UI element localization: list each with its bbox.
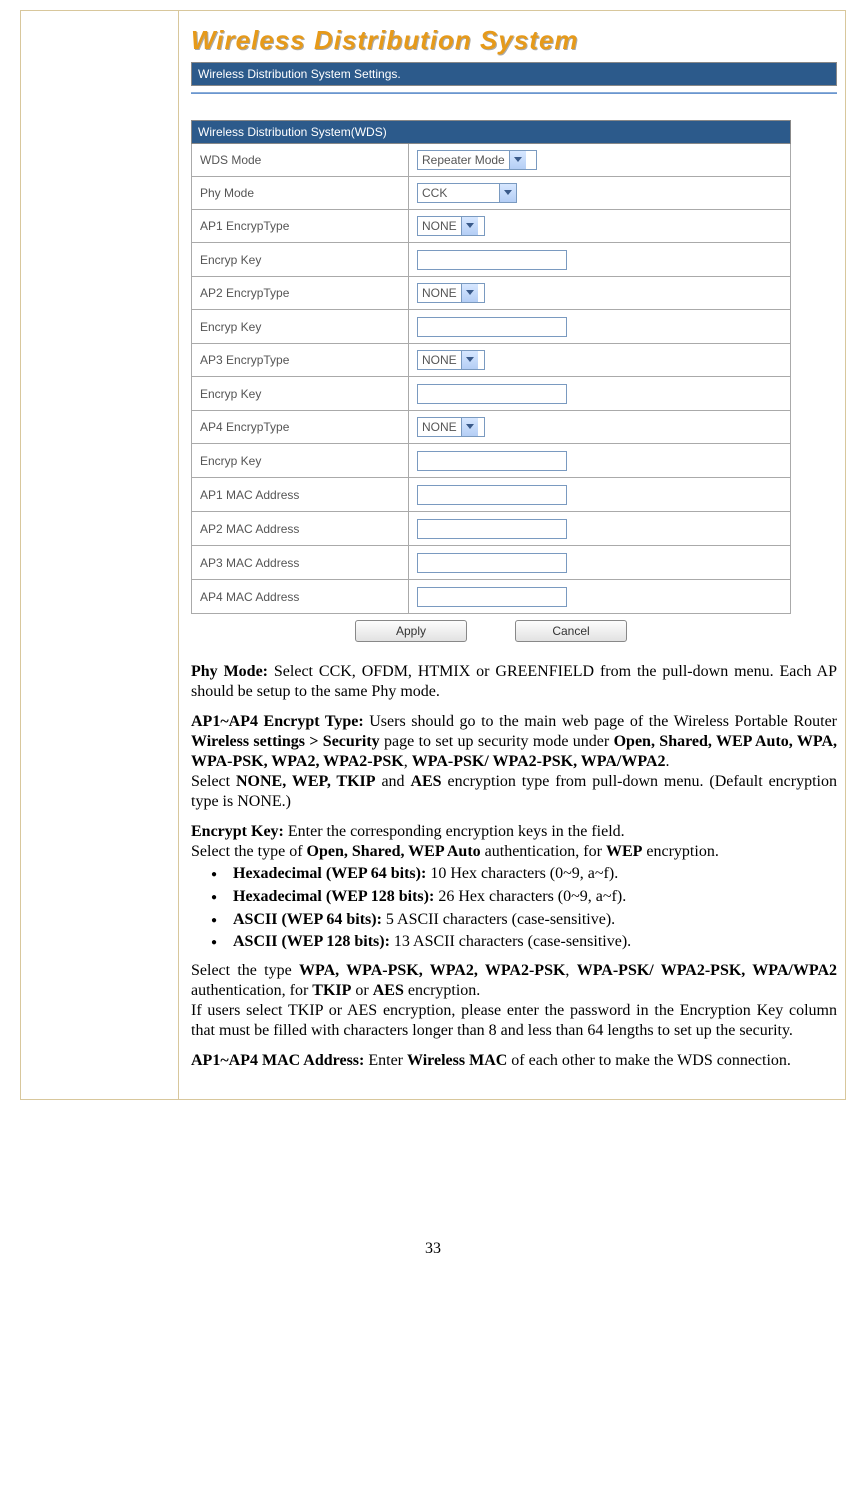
ap3-encrypt-select[interactable]: NONE [417,350,485,370]
list-item: Hexadecimal (WEP 128 bits): 26 Hex chara… [211,887,837,908]
ap1-encrypt-label: AP1 EncrypType [192,210,409,243]
doc-layout-table: Wireless Distribution System Wireless Di… [20,10,846,1100]
phy-mode-label: Phy Mode [192,177,409,210]
wds-form-table: Wireless Distribution System(WDS) WDS Mo… [191,120,791,614]
wpa-paragraph: Select the type WPA, WPA-PSK, WPA2, WPA2… [191,961,837,1041]
chevron-down-icon [499,184,516,202]
key4-input[interactable] [417,451,567,471]
wep-options-list: Hexadecimal (WEP 64 bits): 10 Hex charac… [191,864,837,953]
mac4-label: AP4 MAC Address [192,580,409,614]
documentation-text: Phy Mode: Select CCK, OFDM, HTMIX or GRE… [191,662,837,1071]
page-number: 33 [20,1240,846,1258]
mac2-label: AP2 MAC Address [192,512,409,546]
ap3-encrypt-value: NONE [422,353,457,367]
wds-mode-label: WDS Mode [192,144,409,177]
ap2-encrypt-select[interactable]: NONE [417,283,485,303]
chevron-down-icon [461,418,478,436]
ap1-encrypt-select[interactable]: NONE [417,216,485,236]
mac2-input[interactable] [417,519,567,539]
phy-mode-paragraph: Phy Mode: Select CCK, OFDM, HTMIX or GRE… [191,662,837,702]
key3-label: Encryp Key [192,377,409,411]
key2-input[interactable] [417,317,567,337]
chevron-down-icon [461,351,478,369]
phy-mode-select[interactable]: CCK [417,183,517,203]
mac4-input[interactable] [417,587,567,607]
mac1-input[interactable] [417,485,567,505]
ap2-encrypt-label: AP2 EncrypType [192,277,409,310]
mac3-label: AP3 MAC Address [192,546,409,580]
mac3-input[interactable] [417,553,567,573]
ap2-encrypt-value: NONE [422,286,457,300]
phy-mode-value: CCK [422,186,495,200]
apply-button[interactable]: Apply [355,620,467,642]
ap4-encrypt-select[interactable]: NONE [417,417,485,437]
ap4-encrypt-value: NONE [422,420,457,434]
mac-address-paragraph: AP1~AP4 MAC Address: Enter Wireless MAC … [191,1051,837,1071]
list-item: Hexadecimal (WEP 64 bits): 10 Hex charac… [211,864,837,885]
section-header: Wireless Distribution System(WDS) [192,121,791,144]
key1-label: Encryp Key [192,243,409,277]
key4-label: Encryp Key [192,444,409,478]
wds-mode-select[interactable]: Repeater Mode [417,150,537,170]
key3-input[interactable] [417,384,567,404]
ap4-encrypt-label: AP4 EncrypType [192,411,409,444]
panel-subtitle: Wireless Distribution System Settings. [191,62,837,86]
mac1-label: AP1 MAC Address [192,478,409,512]
divider [191,92,837,94]
ap1-encrypt-value: NONE [422,219,457,233]
chevron-down-icon [461,284,478,302]
chevron-down-icon [461,217,478,235]
sidebar-spacer [21,11,179,1100]
chevron-down-icon [509,151,526,169]
list-item: ASCII (WEP 64 bits): 5 ASCII characters … [211,910,837,931]
ap3-encrypt-label: AP3 EncrypType [192,344,409,377]
list-item: ASCII (WEP 128 bits): 13 ASCII character… [211,932,837,953]
encrypt-type-paragraph: AP1~AP4 Encrypt Type: Users should go to… [191,712,837,812]
key1-input[interactable] [417,250,567,270]
encrypt-key-paragraph: Encrypt Key: Enter the corresponding enc… [191,822,837,862]
cancel-button[interactable]: Cancel [515,620,627,642]
wds-mode-value: Repeater Mode [422,153,505,167]
panel-title: Wireless Distribution System [191,25,837,56]
key2-label: Encryp Key [192,310,409,344]
